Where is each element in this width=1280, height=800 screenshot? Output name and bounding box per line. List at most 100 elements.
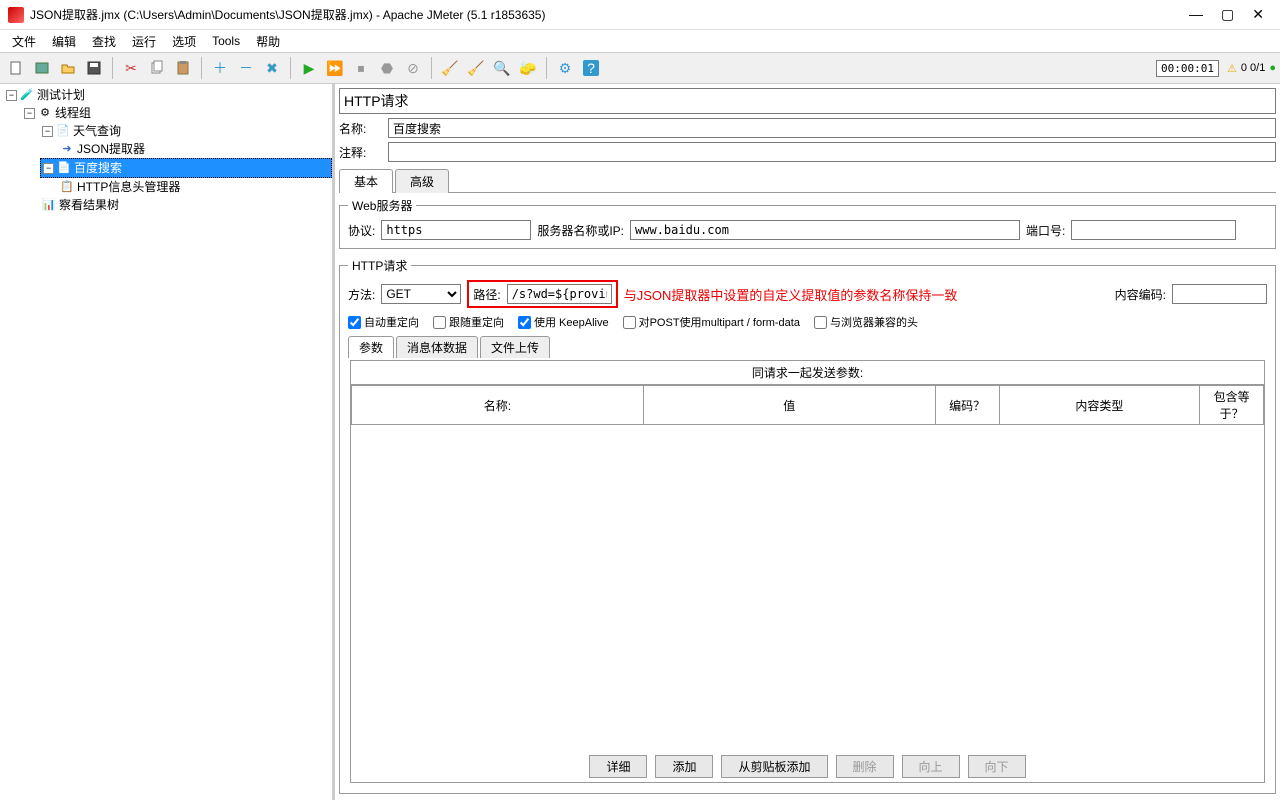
- add-button[interactable]: 添加: [655, 755, 713, 778]
- tree-label: JSON提取器: [77, 140, 145, 158]
- checkbox-auto-redirect[interactable]: 自动重定向: [348, 314, 419, 330]
- sampler-icon: 📄: [56, 124, 70, 138]
- comment-label: 注释:: [339, 144, 384, 161]
- path-input[interactable]: [507, 284, 612, 304]
- col-name[interactable]: 名称:: [352, 386, 644, 425]
- window-controls: — ▢ ✕: [1189, 6, 1272, 23]
- subtab-params[interactable]: 参数: [348, 336, 394, 358]
- protocol-input[interactable]: [381, 220, 531, 240]
- remote-stop-icon[interactable]: ⊘: [401, 56, 425, 80]
- timer: 00:00:01: [1156, 60, 1219, 77]
- minimize-icon[interactable]: —: [1189, 6, 1203, 23]
- tree-node-threadgroup[interactable]: − ⚙ 线程组: [22, 104, 332, 122]
- menu-help[interactable]: 帮助: [250, 31, 286, 52]
- protocol-label: 协议:: [348, 222, 375, 239]
- tab-advanced[interactable]: 高级: [395, 169, 449, 193]
- name-input[interactable]: [388, 118, 1276, 138]
- param-section: 同请求一起发送参数: 名称: 值 编码？ 内容类型 包含等于？ 详细 添加 从剪…: [350, 360, 1265, 783]
- function-helper-icon[interactable]: ⚙: [553, 56, 577, 80]
- encoding-label: 内容编码:: [1115, 286, 1166, 303]
- param-table-body[interactable]: [351, 425, 1264, 751]
- subtab-files[interactable]: 文件上传: [480, 336, 550, 358]
- port-input[interactable]: [1071, 220, 1236, 240]
- tree-label: 百度搜索: [74, 159, 122, 177]
- httprequest-section: HTTP请求 方法: GET 路径: 与JSON提取器中设置的自定义提取值的参数…: [339, 257, 1276, 794]
- menubar: 文件 编辑 查找 运行 选项 Tools 帮助: [0, 30, 1280, 52]
- toolbar: ✂ ＋ － ✖ ▶ ⏩ ⏹ ⬣ ⊘ 🧹 🧹 🔍 🧽 ⚙ ? 00:00:01 ⚠…: [0, 52, 1280, 84]
- down-button[interactable]: 向下: [968, 755, 1026, 778]
- stop-icon[interactable]: ⏹: [349, 56, 373, 80]
- up-button[interactable]: 向上: [902, 755, 960, 778]
- col-encode[interactable]: 编码？: [935, 386, 999, 425]
- tree-label: 线程组: [55, 104, 91, 122]
- shutdown-icon[interactable]: ⬣: [375, 56, 399, 80]
- menu-file[interactable]: 文件: [6, 31, 42, 52]
- menu-tools[interactable]: Tools: [206, 32, 246, 50]
- menu-options[interactable]: 选项: [166, 31, 202, 52]
- clear-all-icon[interactable]: 🧹: [464, 56, 488, 80]
- menu-edit[interactable]: 编辑: [46, 31, 82, 52]
- panel-title: HTTP请求: [339, 88, 1276, 114]
- menu-search[interactable]: 查找: [86, 31, 122, 52]
- checkbox-keepalive[interactable]: 使用 KeepAlive: [518, 314, 609, 330]
- delete-button[interactable]: 删除: [836, 755, 894, 778]
- col-include-equals[interactable]: 包含等于？: [1200, 386, 1264, 425]
- warning-badge[interactable]: ⚠ 0 0/1 ●: [1227, 62, 1276, 75]
- clear-icon[interactable]: 🧹: [438, 56, 462, 80]
- tree-node-header-manager[interactable]: 📋 HTTP信息头管理器: [58, 178, 332, 196]
- new-icon[interactable]: [4, 56, 28, 80]
- tree-label: HTTP信息头管理器: [77, 178, 180, 196]
- collapse-toggle-icon[interactable]: −: [43, 163, 54, 174]
- start-no-timers-icon[interactable]: ⏩: [323, 56, 347, 80]
- paste-icon[interactable]: [171, 56, 195, 80]
- tree-node-testplan[interactable]: − 🧪 测试计划: [4, 86, 332, 104]
- close-icon[interactable]: ✕: [1252, 6, 1264, 23]
- tree-label: 察看结果树: [59, 196, 119, 214]
- expand-icon[interactable]: ＋: [208, 56, 232, 80]
- detail-button[interactable]: 详细: [589, 755, 647, 778]
- subtab-body[interactable]: 消息体数据: [396, 336, 478, 358]
- tree-label: 测试计划: [37, 86, 85, 104]
- server-input[interactable]: [630, 220, 1020, 240]
- comment-input[interactable]: [388, 142, 1276, 162]
- tree-node-json-extractor[interactable]: ➜ JSON提取器: [58, 140, 332, 158]
- config-icon: 📋: [60, 180, 74, 194]
- toggle-icon[interactable]: ✖: [260, 56, 284, 80]
- collapse-toggle-icon[interactable]: −: [24, 108, 35, 119]
- collapse-icon[interactable]: －: [234, 56, 258, 80]
- param-caption: 同请求一起发送参数:: [351, 361, 1264, 385]
- maximize-icon[interactable]: ▢: [1221, 6, 1234, 23]
- menu-run[interactable]: 运行: [126, 31, 162, 52]
- checkbox-browser-compat[interactable]: 与浏览器兼容的头: [814, 314, 918, 330]
- reset-search-icon[interactable]: 🧽: [516, 56, 540, 80]
- param-table[interactable]: 名称: 值 编码？ 内容类型 包含等于？: [351, 385, 1264, 425]
- cut-icon[interactable]: ✂: [119, 56, 143, 80]
- window-title: JSON提取器.jmx (C:\Users\Admin\Documents\JS…: [30, 6, 1189, 23]
- copy-icon[interactable]: [145, 56, 169, 80]
- collapse-toggle-icon[interactable]: −: [42, 126, 53, 137]
- warning-count: 0 0/1: [1241, 62, 1265, 74]
- tree-label: 天气查询: [73, 122, 121, 140]
- collapse-toggle-icon[interactable]: −: [6, 90, 17, 101]
- templates-icon[interactable]: [30, 56, 54, 80]
- add-from-clipboard-button[interactable]: 从剪贴板添加: [721, 755, 827, 778]
- tree-node-baidu-search[interactable]: − 📄 百度搜索: [40, 158, 332, 178]
- tab-basic[interactable]: 基本: [339, 169, 393, 193]
- listener-icon: 📊: [42, 198, 56, 212]
- tree-node-view-results[interactable]: 📊 察看结果树: [40, 196, 332, 214]
- search-tree-icon[interactable]: 🔍: [490, 56, 514, 80]
- col-value[interactable]: 值: [643, 386, 935, 425]
- app-icon: [8, 7, 24, 23]
- encoding-input[interactable]: [1172, 284, 1267, 304]
- save-icon[interactable]: [82, 56, 106, 80]
- checkbox-multipart[interactable]: 对POST使用multipart / form-data: [623, 314, 800, 330]
- start-icon[interactable]: ▶: [297, 56, 321, 80]
- method-select[interactable]: GET: [381, 284, 461, 304]
- col-content-type[interactable]: 内容类型: [999, 386, 1200, 425]
- open-icon[interactable]: [56, 56, 80, 80]
- checkbox-follow-redirect[interactable]: 跟随重定向: [433, 314, 504, 330]
- threadgroup-icon: ⚙: [38, 106, 52, 120]
- tree-panel: − 🧪 测试计划 − ⚙ 线程组: [0, 84, 335, 800]
- help-icon[interactable]: ?: [579, 56, 603, 80]
- tree-node-weather[interactable]: − 📄 天气查询: [40, 122, 332, 140]
